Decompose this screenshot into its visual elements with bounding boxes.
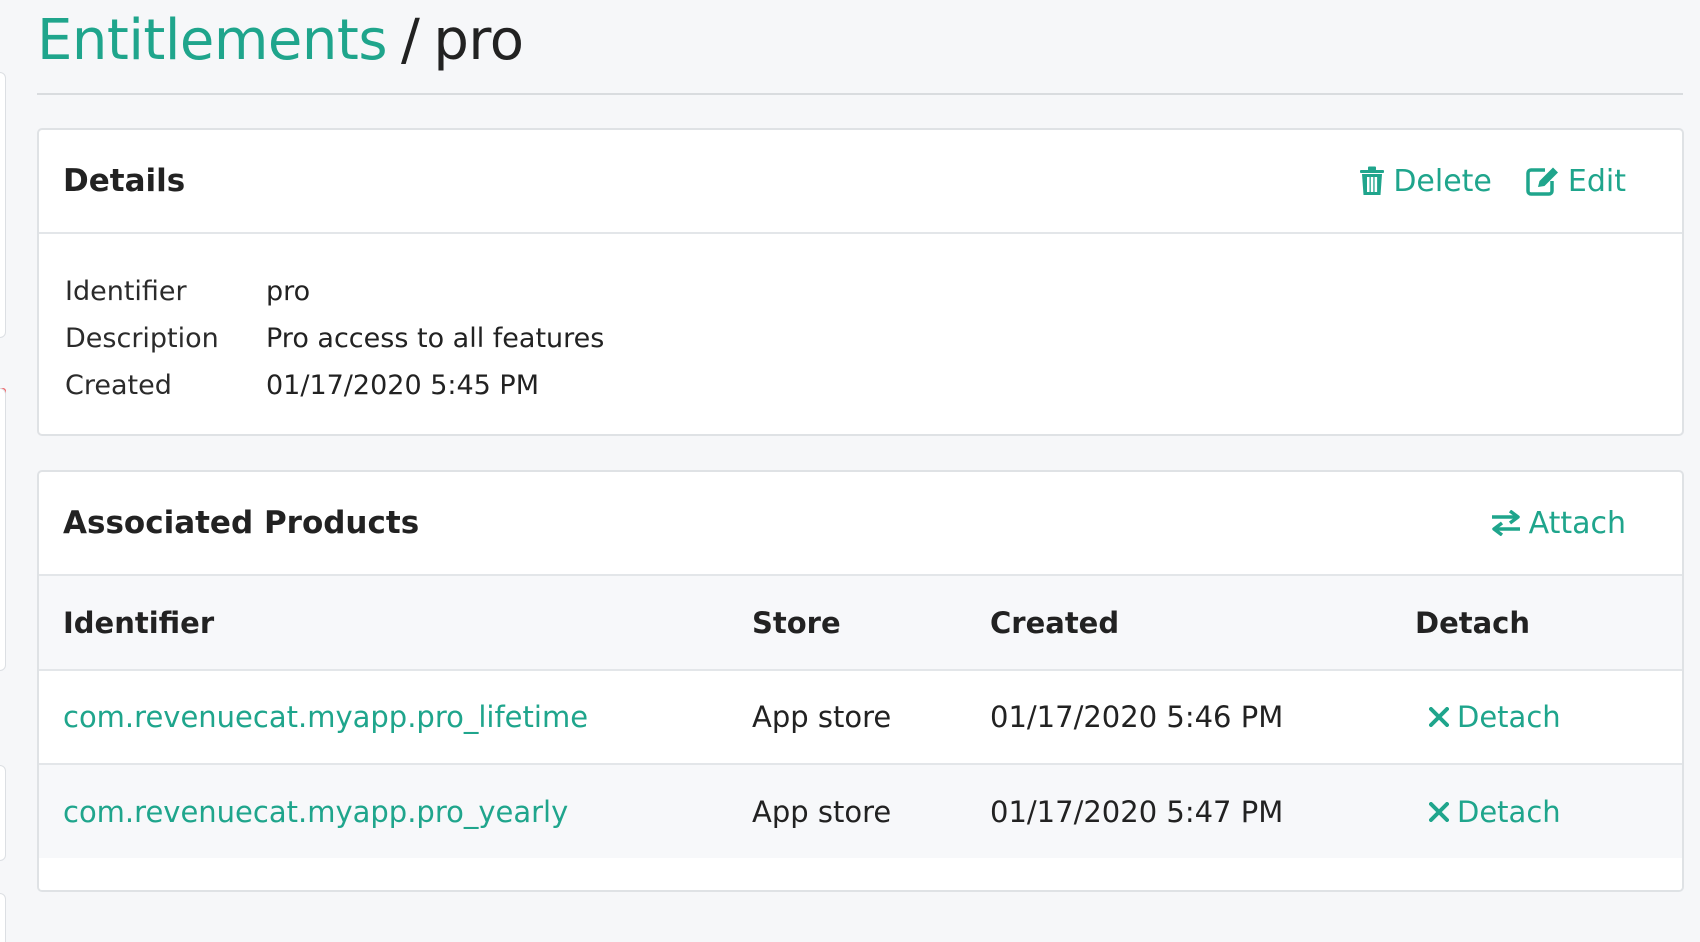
associated-products-card: Associated Products Attach Identifier St… — [37, 470, 1684, 892]
details-value: Pro access to all features — [266, 323, 605, 354]
products-table: Identifier Store Created Detach com.reve… — [39, 576, 1682, 858]
sidebar-edge-card — [0, 765, 6, 861]
edit-button[interactable]: Edit — [1526, 164, 1626, 199]
sidebar-edge-card — [0, 72, 6, 338]
detach-button[interactable]: Detach — [1429, 795, 1561, 829]
details-actions: Delete Edit — [1359, 164, 1658, 199]
breadcrumb: Entitlements / pro — [37, 8, 524, 73]
header-divider — [37, 93, 1683, 95]
column-header-created[interactable]: Created — [990, 576, 1415, 670]
table-row: com.revenuecat.myapp.pro_lifetime App st… — [39, 670, 1682, 764]
trash-icon — [1360, 166, 1385, 195]
details-label: Identifier — [65, 276, 187, 307]
products-actions: Attach — [1491, 506, 1658, 541]
sidebar-edge-card — [0, 893, 6, 942]
attach-button[interactable]: Attach — [1491, 506, 1626, 541]
details-value: pro — [266, 276, 311, 307]
details-row-description: Description Pro access to all features — [65, 315, 1656, 362]
close-x-icon — [1429, 707, 1449, 727]
details-value: 01/17/2020 5:45 PM — [266, 370, 539, 401]
product-created: 01/17/2020 5:46 PM — [990, 700, 1284, 734]
breadcrumb-separator: / — [401, 8, 420, 73]
detach-cell: Detach — [1415, 764, 1682, 858]
products-title: Associated Products — [63, 505, 420, 541]
details-title: Details — [63, 163, 186, 199]
product-identifier-link[interactable]: com.revenuecat.myapp.pro_lifetime — [39, 670, 752, 764]
details-card-header: Details Delete Edit — [39, 130, 1682, 234]
detach-button[interactable]: Detach — [1429, 700, 1561, 734]
product-store: App store — [752, 794, 892, 829]
breadcrumb-entitlements-link[interactable]: Entitlements — [37, 8, 388, 73]
details-label: Description — [65, 323, 219, 354]
detach-label: Detach — [1457, 794, 1561, 829]
edit-icon — [1526, 167, 1558, 196]
details-body: Identifier pro Description Pro access to… — [39, 234, 1682, 434]
delete-button[interactable]: Delete — [1359, 164, 1492, 199]
product-created: 01/17/2020 5:47 PM — [990, 794, 1284, 829]
column-header-identifier[interactable]: Identifier — [39, 576, 752, 670]
table-footer-spacer — [39, 858, 1682, 890]
sidebar-edge-card — [0, 388, 6, 671]
delete-label: Delete — [1393, 163, 1492, 199]
table-row: com.revenuecat.myapp.pro_yearly App stor… — [39, 764, 1682, 858]
table-header-row: Identifier Store Created Detach — [39, 576, 1682, 670]
details-row-created: Created 01/17/2020 5:45 PM — [65, 362, 1656, 409]
detach-label: Detach — [1457, 700, 1561, 734]
page: Entitlements / pro Details Delete Edit I… — [0, 0, 1700, 942]
product-store: App store — [752, 700, 892, 734]
details-row-identifier: Identifier pro — [65, 268, 1656, 315]
attach-label: Attach — [1528, 505, 1626, 541]
page-title: pro — [433, 8, 524, 73]
products-card-header: Associated Products Attach — [39, 472, 1682, 576]
column-header-store[interactable]: Store — [752, 576, 990, 670]
details-label: Created — [65, 370, 172, 401]
column-header-detach: Detach — [1415, 605, 1531, 640]
product-identifier-link[interactable]: com.revenuecat.myapp.pro_yearly — [39, 764, 752, 858]
detach-cell: Detach — [1415, 670, 1682, 764]
close-x-icon — [1429, 801, 1449, 822]
details-card: Details Delete Edit Identifier pro Descr… — [37, 128, 1684, 436]
arrows-exchange-icon — [1491, 510, 1520, 536]
edit-label: Edit — [1567, 163, 1626, 199]
